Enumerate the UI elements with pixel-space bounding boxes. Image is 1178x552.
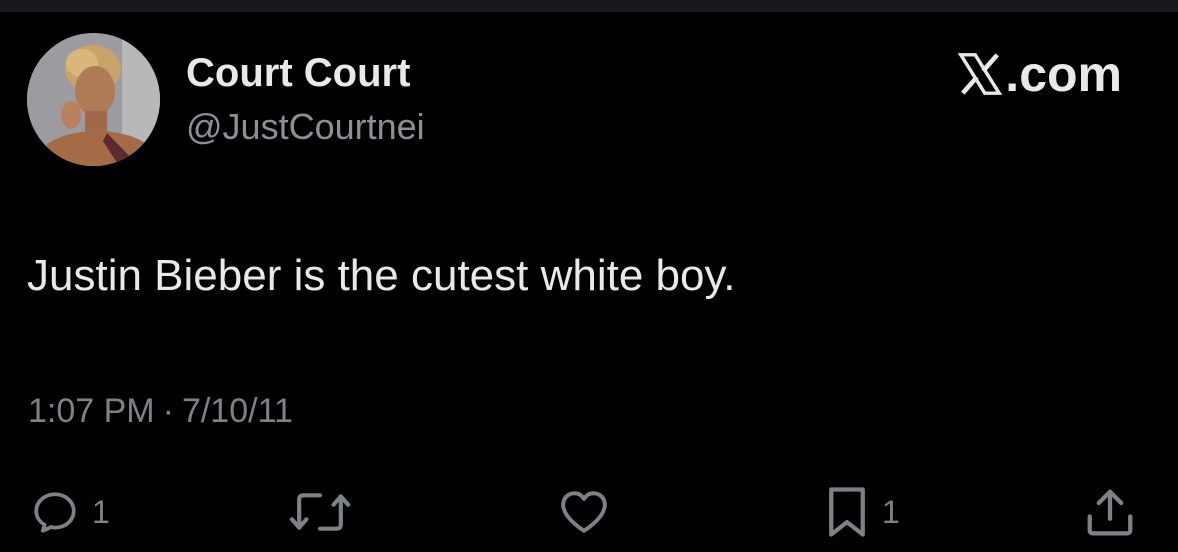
meta-separator: · (162, 392, 174, 430)
tweet-action-bar: 1 1 (0, 482, 1178, 542)
reply-count: 1 (92, 494, 110, 530)
brand-text: .com (1005, 46, 1122, 102)
retweet-icon (289, 493, 351, 531)
share-button[interactable] (1083, 482, 1137, 542)
top-divider (0, 0, 1178, 12)
reply-icon (34, 492, 76, 533)
share-icon (1087, 489, 1133, 536)
avatar[interactable] (27, 33, 160, 166)
bookmark-button[interactable]: 1 (824, 482, 900, 542)
tweet-timestamp[interactable]: 1:07 PM · 7/10/11 (28, 390, 293, 432)
heart-icon (561, 491, 607, 533)
tweet-text: Justin Bieber is the cutest white boy. (27, 251, 736, 300)
tweet-time: 1:07 PM (28, 392, 155, 430)
user-handle[interactable]: @JustCourtnei (186, 105, 425, 149)
retweet-button[interactable] (287, 482, 353, 542)
brand-logo: .com (957, 46, 1122, 102)
reply-button[interactable]: 1 (30, 482, 110, 542)
profile-photo-icon (27, 33, 160, 166)
tweet-date: 7/10/11 (181, 392, 293, 430)
x-logo-icon (958, 53, 1003, 95)
bookmark-count: 1 (882, 494, 900, 530)
like-button[interactable] (555, 482, 613, 542)
display-name[interactable]: Court Court (186, 50, 410, 96)
bookmark-icon (829, 487, 865, 537)
